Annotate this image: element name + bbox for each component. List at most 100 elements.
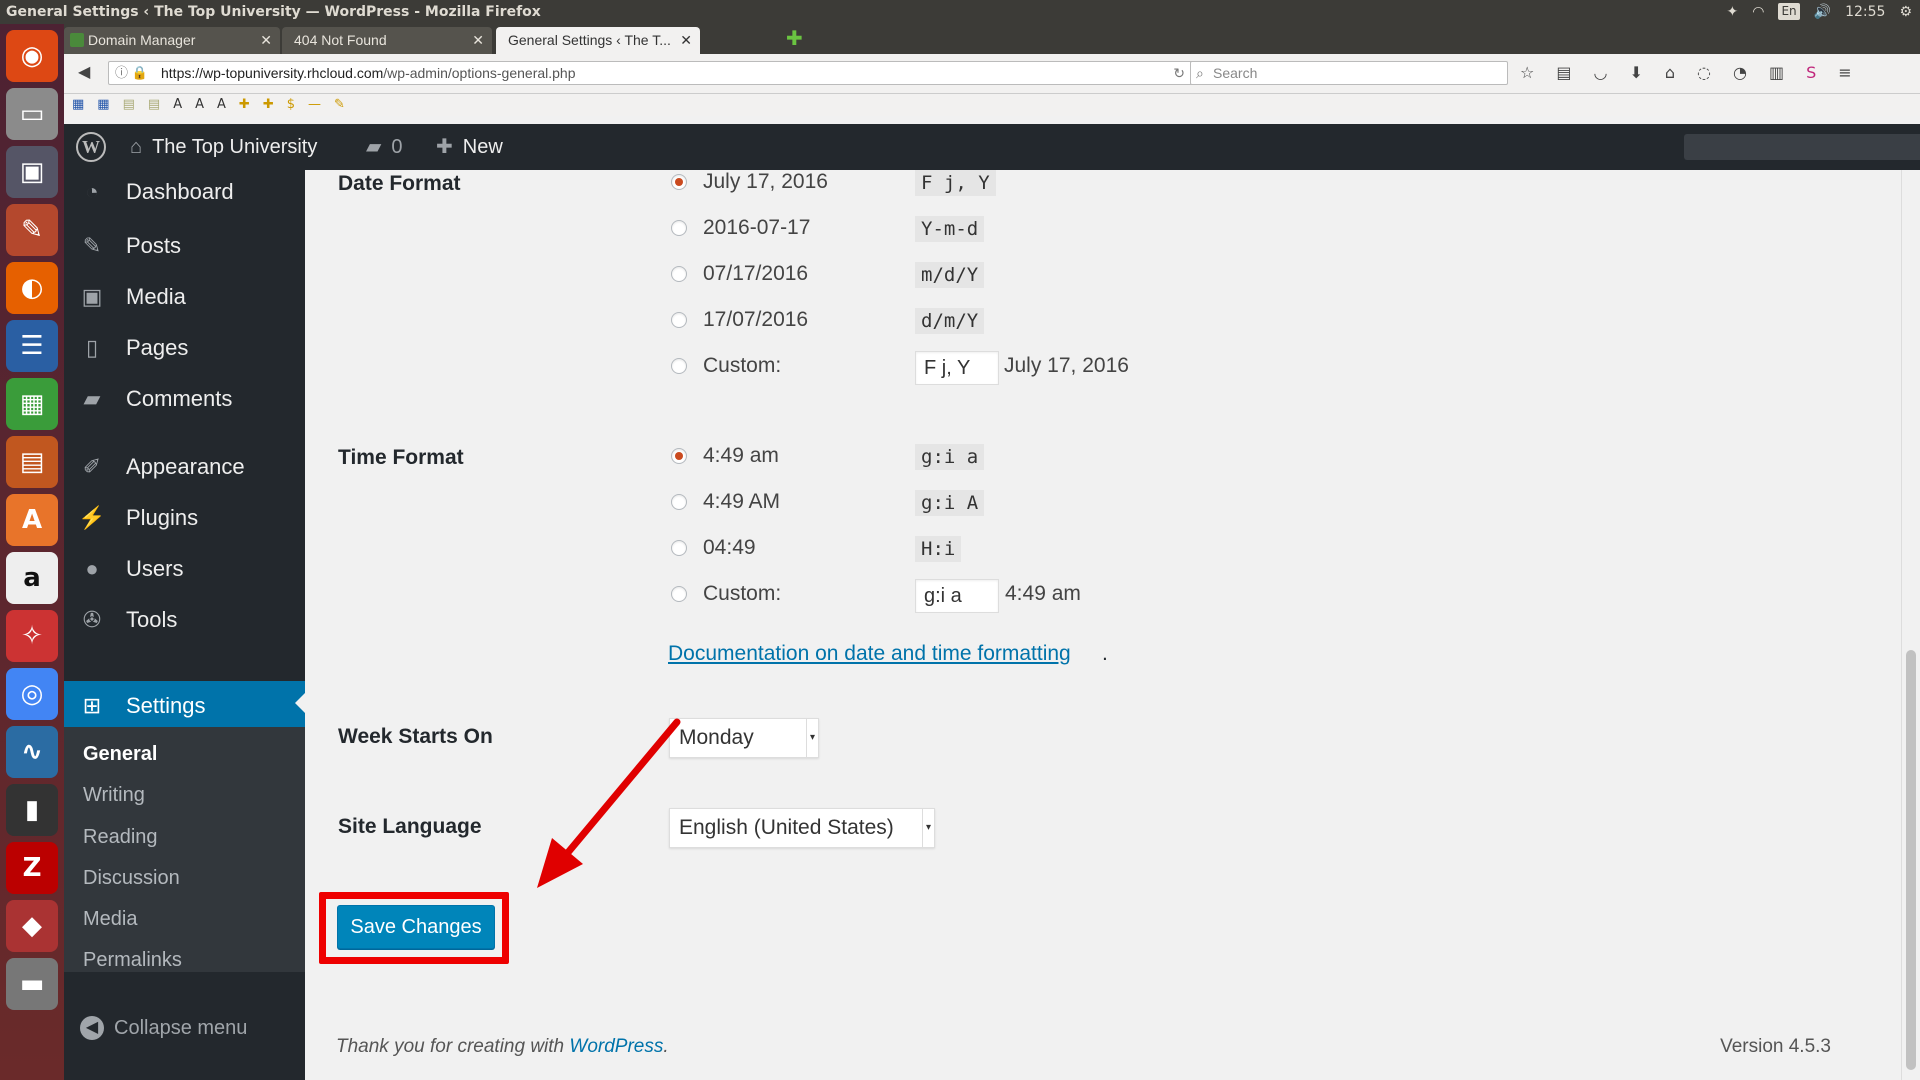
download-icon[interactable]: ⬇: [1629, 63, 1642, 82]
software-center-icon[interactable]: A: [6, 494, 58, 546]
submenu-general[interactable]: General: [83, 743, 157, 766]
xterm-icon[interactable]: ▮: [6, 784, 58, 836]
time-format-custom-input[interactable]: g:i a: [915, 579, 999, 613]
page-scrollbar[interactable]: [1901, 170, 1920, 1080]
date-format-radio-3[interactable]: [671, 266, 687, 282]
lock-icon[interactable]: ⓘ 🔒: [115, 62, 148, 84]
clock[interactable]: 12:55: [1845, 0, 1885, 24]
week-starts-on-select[interactable]: Monday ▾: [669, 718, 819, 758]
volume-icon[interactable]: 🔊: [1814, 0, 1831, 24]
clipboard-icon[interactable]: ▥: [1769, 63, 1784, 82]
wordpress-logo-icon[interactable]: W: [76, 132, 106, 162]
reading-list-icon[interactable]: ▤: [1556, 63, 1571, 82]
wordpress-link[interactable]: WordPress: [569, 1036, 663, 1057]
menu-item-pages[interactable]: ▯ Pages: [64, 326, 305, 370]
bookmark-icon[interactable]: $: [287, 94, 295, 116]
keyboard-layout-indicator[interactable]: En: [1778, 3, 1800, 20]
window-title: General Settings ‹ The Top University — …: [6, 4, 541, 20]
menu-item-users[interactable]: ● Users: [64, 547, 305, 591]
filezilla-icon[interactable]: Z: [6, 842, 58, 894]
submenu-discussion[interactable]: Discussion: [83, 867, 180, 890]
submenu-permalinks[interactable]: Permalinks: [83, 949, 182, 972]
reload-icon[interactable]: ↻: [1173, 62, 1185, 84]
font-size-icon[interactable]: A: [217, 94, 226, 116]
bookmark-icon[interactable]: ✎: [334, 94, 345, 116]
close-tab-icon[interactable]: ✕: [680, 27, 692, 54]
search-input[interactable]: ⌕ Search: [1190, 61, 1508, 85]
writer-icon[interactable]: ☰: [6, 320, 58, 372]
time-format-radio-custom[interactable]: [671, 586, 687, 602]
admin-bar-site-name[interactable]: ⌂ The Top University: [130, 124, 317, 170]
date-format-radio-1[interactable]: [671, 174, 687, 190]
admin-bar-comments[interactable]: ▰ 0: [366, 124, 403, 170]
submenu-reading[interactable]: Reading: [83, 826, 158, 849]
extension-s-icon[interactable]: S: [1806, 63, 1816, 82]
tab-404[interactable]: 404 Not Found ✕: [282, 27, 492, 54]
hamburger-menu-icon[interactable]: ≡: [1838, 63, 1851, 82]
bookmark-icon[interactable]: ✚: [239, 94, 250, 116]
tab-general-settings[interactable]: General Settings ‹ The T... ✕: [496, 27, 700, 54]
font-size-icon[interactable]: A: [173, 94, 182, 116]
app-icon[interactable]: ◆: [6, 900, 58, 952]
back-icon[interactable]: ◀: [78, 62, 90, 81]
impress-icon[interactable]: ▤: [6, 436, 58, 488]
close-tab-icon[interactable]: ✕: [472, 27, 484, 54]
bookmark-star-icon[interactable]: ☆: [1520, 63, 1534, 82]
menu-item-appearance[interactable]: ✐ Appearance: [64, 445, 305, 489]
collapse-menu-button[interactable]: ◀ Collapse menu: [80, 1016, 247, 1040]
bookmark-icon[interactable]: ▦: [97, 94, 109, 116]
firefox-icon[interactable]: ◐: [6, 262, 58, 314]
new-tab-icon[interactable]: ✚: [786, 26, 803, 50]
bookmark-icon[interactable]: ▦: [72, 94, 84, 116]
date-format-custom-input[interactable]: F j, Y: [915, 351, 999, 385]
chromium-icon[interactable]: ◎: [6, 668, 58, 720]
menu-item-settings[interactable]: ⊞ Settings: [64, 681, 305, 731]
bookmark-icon[interactable]: ▤: [123, 94, 135, 116]
menu-item-media[interactable]: ▣ Media: [64, 275, 305, 319]
date-time-docs-link[interactable]: Documentation on date and time formattin…: [668, 642, 1071, 666]
menu-item-tools[interactable]: ✇ Tools: [64, 598, 305, 642]
extension-icon[interactable]: ◔: [1733, 63, 1747, 82]
tab-favicon-icon: [70, 33, 84, 47]
admin-bar-new[interactable]: ✚ New: [436, 124, 503, 170]
computer-icon[interactable]: ▣: [6, 146, 58, 198]
date-format-radio-4[interactable]: [671, 312, 687, 328]
tab-domain-manager[interactable]: Domain Manager ✕: [64, 27, 280, 54]
amazon-icon[interactable]: a: [6, 552, 58, 604]
home-icon[interactable]: ⌂: [1665, 63, 1675, 82]
submenu-media[interactable]: Media: [83, 908, 137, 931]
text-editor-icon[interactable]: ✎: [6, 204, 58, 256]
time-format-radio-2[interactable]: [671, 494, 687, 510]
site-language-select[interactable]: English (United States) ▾: [669, 808, 935, 848]
account-name-redacted[interactable]: [1684, 134, 1920, 160]
menu-item-comments[interactable]: ▰ Comments: [64, 377, 305, 421]
menu-item-plugins[interactable]: ⚡ Plugins: [64, 496, 305, 540]
collapse-arrow-icon: ◀: [80, 1016, 104, 1040]
system-settings-icon[interactable]: ✧: [6, 610, 58, 662]
bookmark-icon[interactable]: ▤: [148, 94, 160, 116]
scrollbar-thumb[interactable]: [1906, 650, 1916, 1070]
submenu-writing[interactable]: Writing: [83, 784, 145, 807]
media-icon: ▣: [81, 284, 103, 309]
bookmark-icon[interactable]: —: [308, 94, 321, 116]
font-size-icon[interactable]: A: [195, 94, 204, 116]
menu-item-dashboard[interactable]: ◔ Dashboard: [64, 170, 305, 214]
time-format-radio-1[interactable]: [671, 448, 687, 464]
date-format-radio-2[interactable]: [671, 220, 687, 236]
url-bar[interactable]: ⓘ 🔒 https://wp-topuniversity.rhcloud.com…: [108, 61, 1194, 85]
date-format-radio-custom[interactable]: [671, 358, 687, 374]
close-tab-icon[interactable]: ✕: [260, 27, 272, 54]
ubuntu-dash-icon[interactable]: ◉: [6, 30, 58, 82]
wifi-icon[interactable]: ◠: [1752, 0, 1764, 24]
time-format-radio-3[interactable]: [671, 540, 687, 556]
system-monitor-icon[interactable]: ∿: [6, 726, 58, 778]
bookmark-icon[interactable]: ✚: [263, 94, 274, 116]
files-icon[interactable]: ▭: [6, 88, 58, 140]
app-icon-2[interactable]: ▬: [6, 958, 58, 1010]
menu-item-posts[interactable]: ✎ Posts: [64, 224, 305, 268]
chat-icon[interactable]: ◌: [1697, 63, 1711, 82]
dropbox-icon[interactable]: ✦: [1727, 0, 1739, 24]
pocket-icon[interactable]: ◡: [1593, 63, 1607, 82]
calc-icon[interactable]: ▦: [6, 378, 58, 430]
gear-icon[interactable]: ⚙: [1899, 0, 1912, 24]
